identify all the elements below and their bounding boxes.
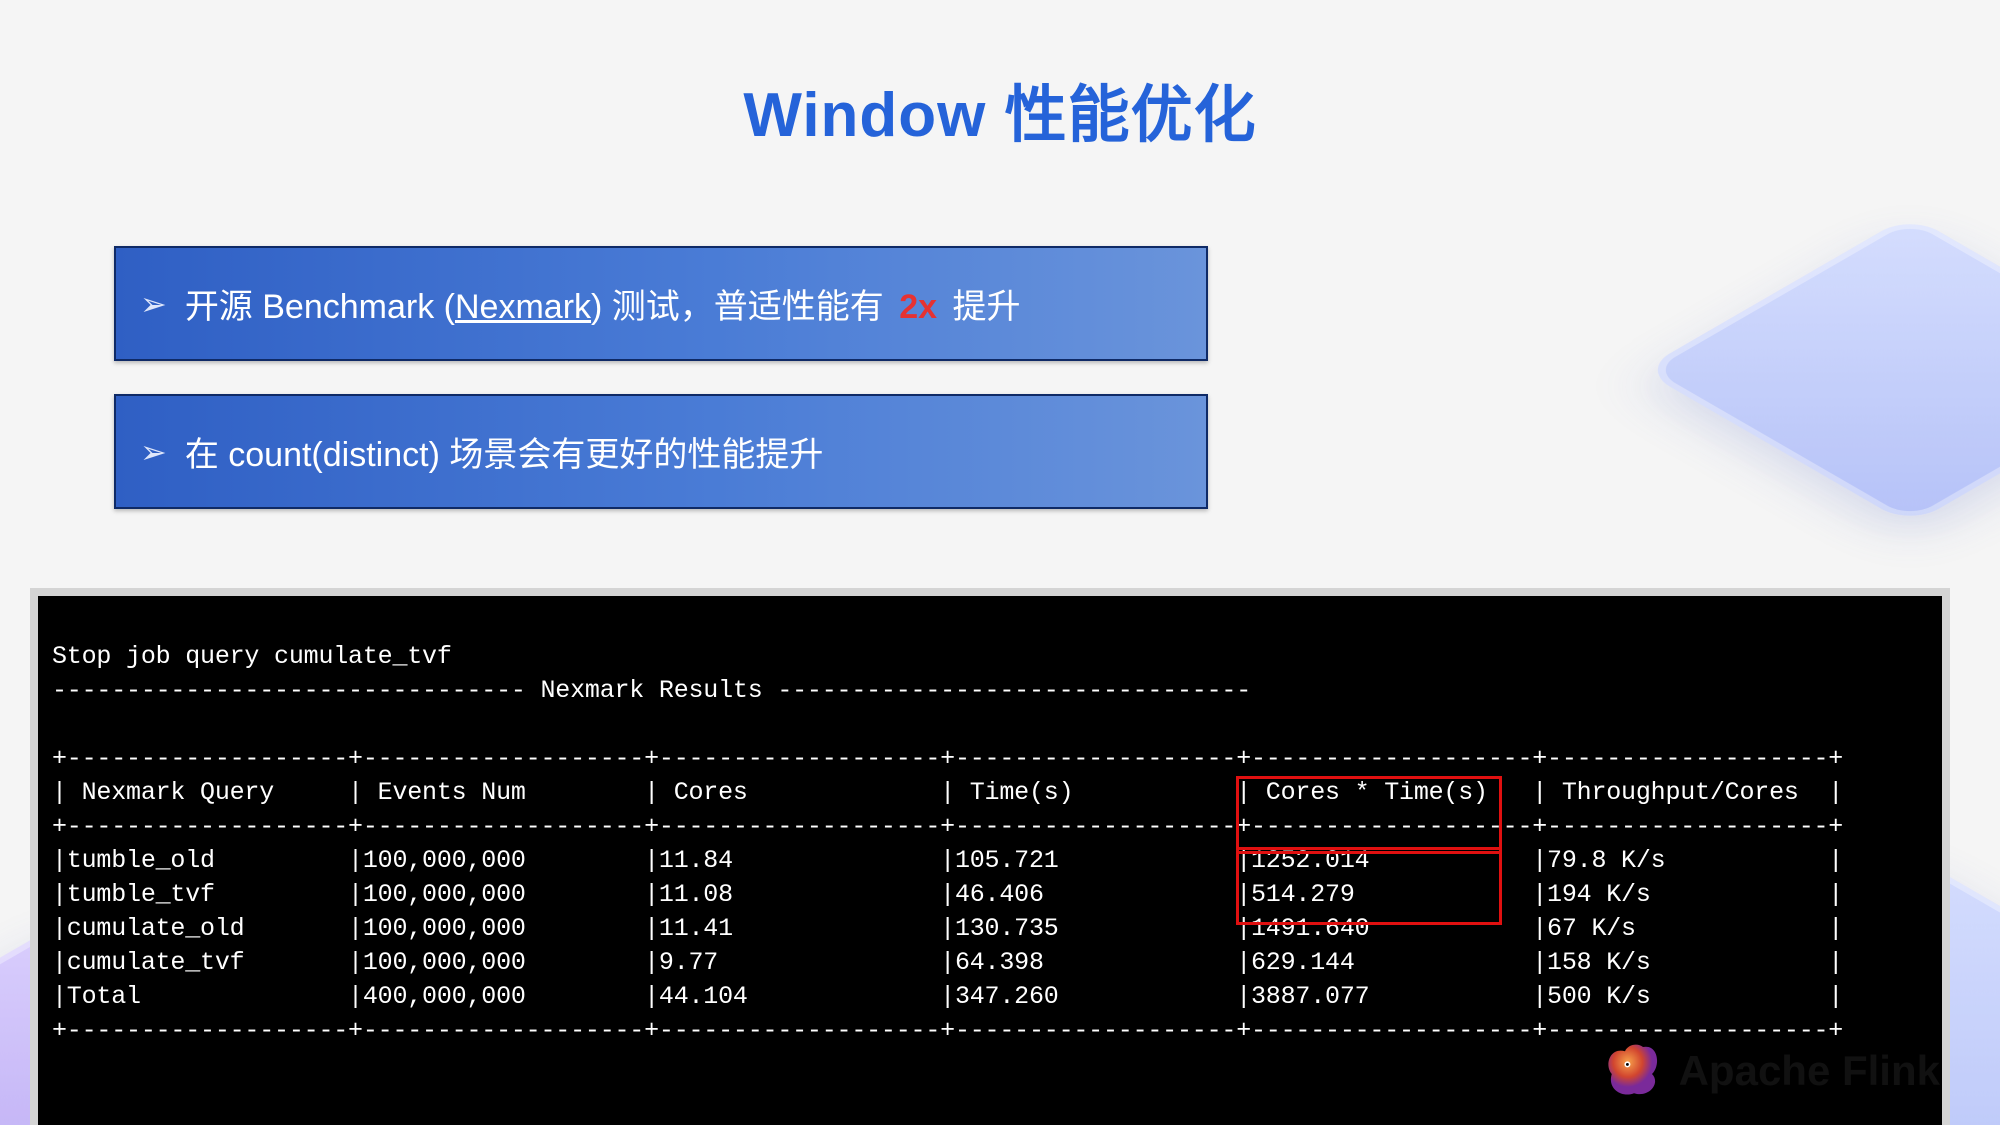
bullet-1-pre: 开源 Benchmark ( [185,288,455,326]
terminal-line: |Total |400,000,000 |44.104 |347.260 |38… [52,982,1843,1011]
footer-brand-text: Apache Flink [1679,1047,1940,1095]
footer-brand: Apache Flink [1601,1038,1940,1103]
bullet-1-link: Nexmark [455,288,591,326]
terminal-line: Stop job query cumulate_tvf [52,642,452,671]
bullet-1-mid: ) 测试，普适性能有 [591,288,893,326]
bullet-1-post: 提升 [943,288,1020,326]
bg-decoration-tr [1720,180,2000,560]
terminal-line: |tumble_tvf |100,000,000 |11.08 |46.406 … [52,880,1843,909]
bullet-arrow-icon: ➢ [140,285,167,323]
squirrel-icon [1601,1038,1661,1103]
bullet-2-text: 在 count(distinct) 场景会有更好的性能提升 [185,427,824,476]
terminal-line: -------------------------------- Nexmark… [52,676,1251,705]
terminal-line: | Nexmark Query | Events Num | Cores | T… [52,778,1843,807]
terminal-line: |cumulate_tvf |100,000,000 |9.77 |64.398… [52,948,1843,977]
bullet-1-text: 开源 Benchmark (Nexmark) 测试，普适性能有 2x 提升 [185,279,1021,328]
bullet-2: ➢ 在 count(distinct) 场景会有更好的性能提升 [114,394,1208,509]
terminal-line: |tumble_old |100,000,000 |11.84 |105.721… [52,846,1843,875]
bullet-1: ➢ 开源 Benchmark (Nexmark) 测试，普适性能有 2x 提升 [114,246,1208,361]
terminal-line: +-------------------+-------------------… [52,812,1843,841]
bullet-arrow-icon: ➢ [140,433,167,471]
bullet-1-highlight: 2x [899,288,937,326]
terminal-line: +-------------------+-------------------… [52,1016,1843,1045]
slide-title: Window 性能优化 [0,64,2000,154]
terminal-line: |cumulate_old |100,000,000 |11.41 |130.7… [52,914,1843,943]
terminal-line: +-------------------+-------------------… [52,744,1843,773]
